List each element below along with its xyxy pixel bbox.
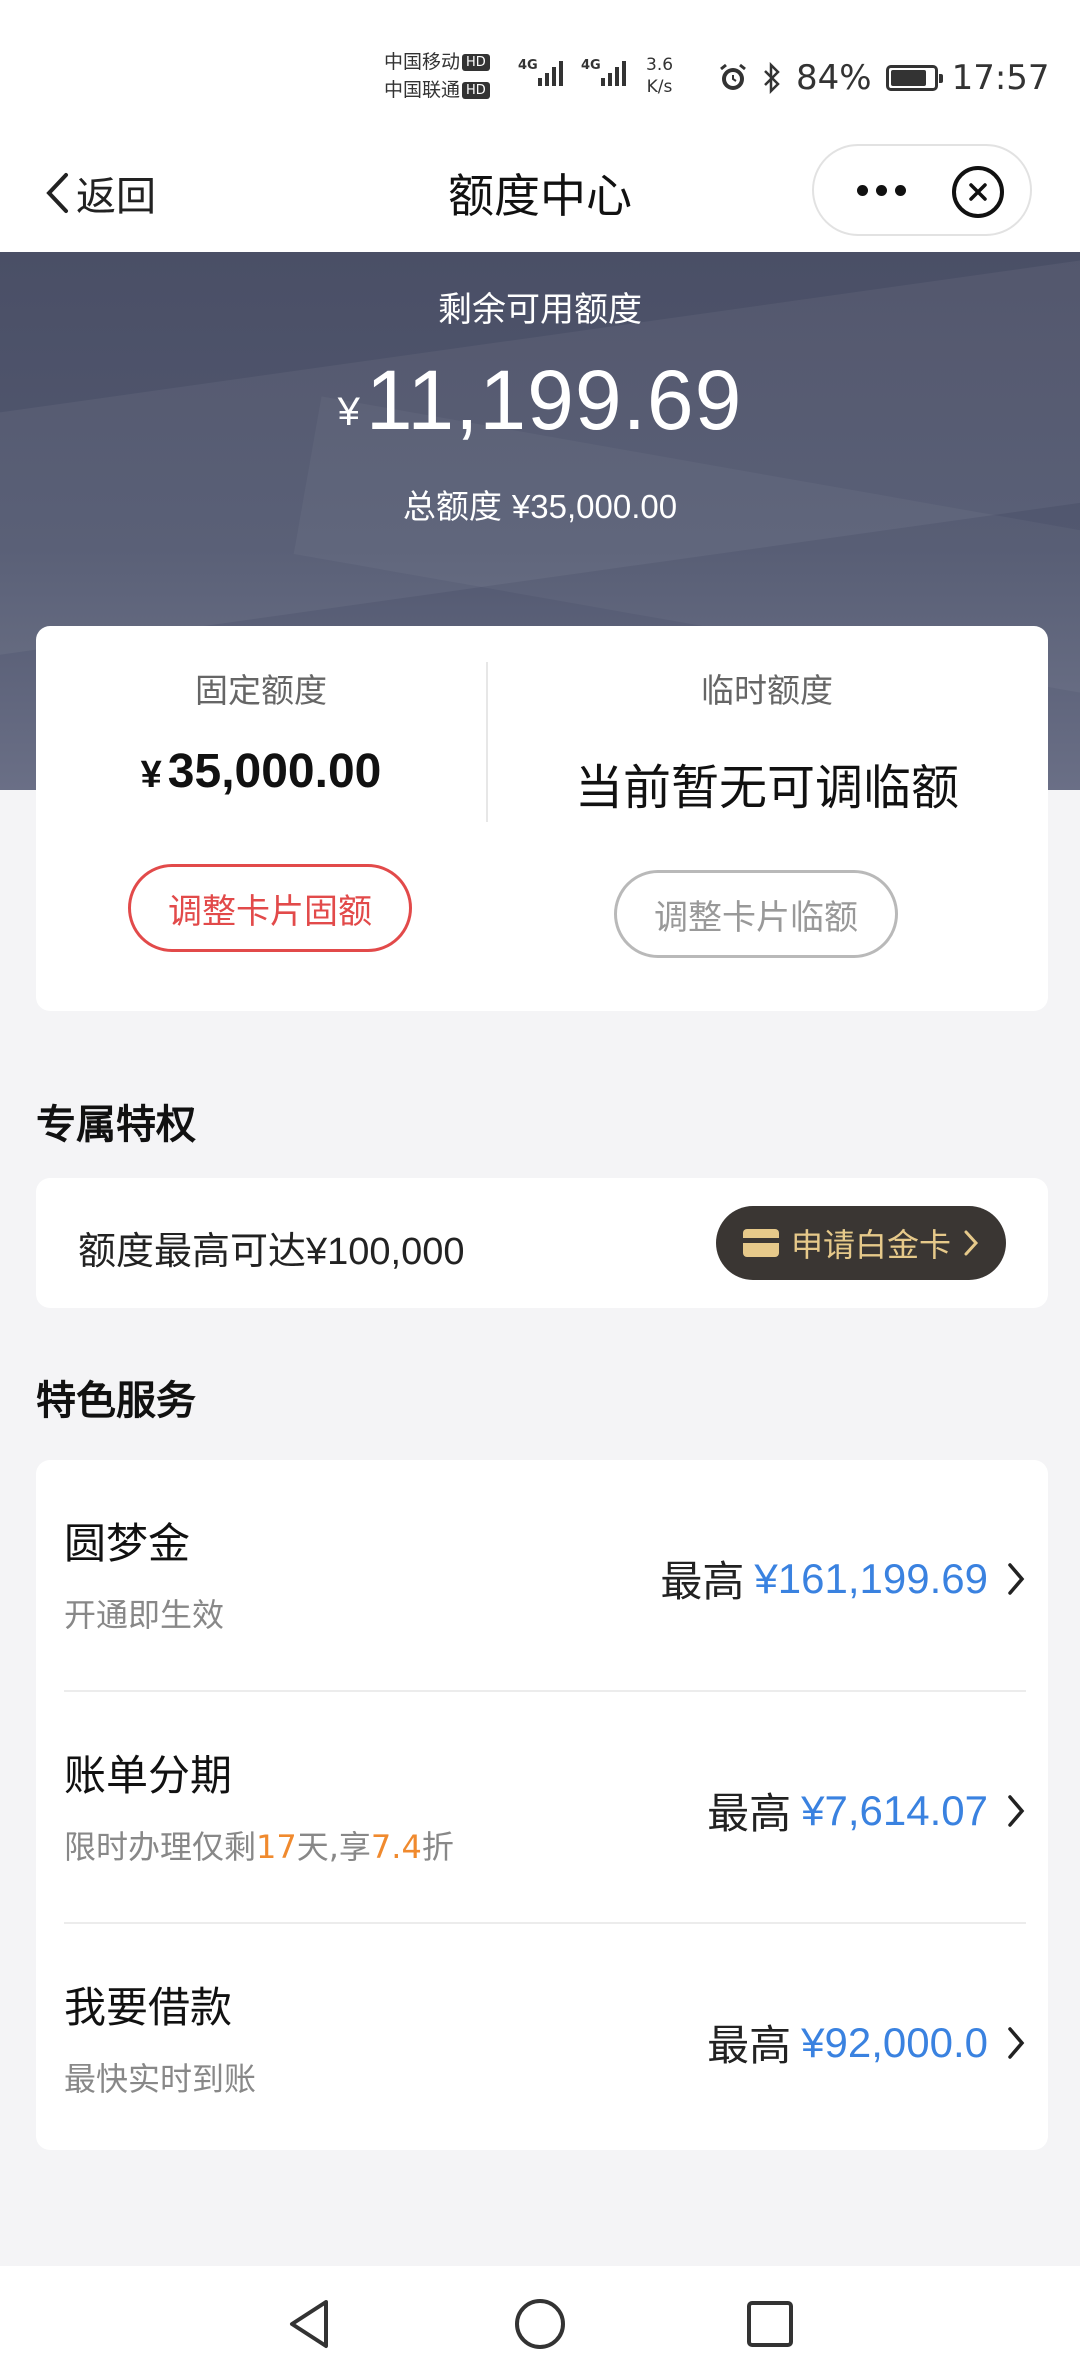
signal-icon: 4G (518, 58, 563, 86)
more-options-button[interactable] (840, 146, 922, 234)
max-label: 最高 (660, 1557, 745, 1606)
privilege-card: 额度最高可达¥100,000 申请白金卡 (36, 1178, 1048, 1308)
service-subtitle: 限时办理仅剩17天,享7.4折 (64, 1822, 454, 1868)
currency-symbol: ¥ (337, 390, 360, 434)
fixed-limit-section: 固定额度 ¥35,000.00 调整卡片固额 (36, 626, 486, 1011)
available-credit-amount: ¥11,199.69 (0, 352, 1080, 449)
back-triangle-icon[interactable] (284, 2296, 334, 2352)
system-navigation-bar (0, 2266, 1080, 2376)
privilege-text: 额度最高可达¥100,000 (78, 1220, 465, 1275)
fixed-limit-amount: ¥35,000.00 (36, 744, 486, 799)
max-label: 最高 (707, 1789, 792, 1838)
credit-card-icon (742, 1229, 779, 1257)
max-value: ¥7,614.07 (801, 1786, 988, 1834)
hd-badge-1: HD (462, 54, 490, 71)
status-bar: 中国移动 HD 中国联通 HD 4G 4G 3.6 K/s 84% 17:57 (0, 0, 1080, 130)
alarm-icon (720, 63, 746, 90)
service-row-installment[interactable]: 账单分期 限时办理仅剩17天,享7.4折 最高 ¥7,614.07 (36, 1692, 1048, 1922)
carrier-2: 中国联通 (384, 79, 461, 101)
status-right: 84% 17:57 (718, 58, 1050, 98)
battery-percent: 84% (796, 58, 872, 98)
battery-icon (885, 65, 943, 91)
dot-icon (894, 184, 906, 196)
temporary-limit-status: 当前暂无可调临额 (574, 760, 959, 816)
home-circle-icon[interactable] (512, 2296, 568, 2352)
apply-platinum-card-label: 申请白金卡 (790, 1226, 951, 1264)
apply-platinum-card-button[interactable]: 申请白金卡 (716, 1206, 1006, 1280)
signal-indicators: 4G 4G (518, 58, 626, 86)
total-credit: 总额度 ¥35,000.00 (0, 480, 1080, 528)
subtitle-text: 限时办理仅剩 (64, 1828, 257, 1866)
service-row-loan[interactable]: 我要借款 最快实时到账 最高 ¥92,000.0 (36, 1924, 1048, 2154)
max-value: ¥92,000.0 (801, 2018, 988, 2066)
mini-program-capsule (812, 144, 1032, 236)
close-button[interactable] (952, 166, 1004, 218)
carrier-1: 中国移动 (384, 51, 461, 73)
bluetooth-icon (764, 62, 780, 94)
max-label: 最高 (707, 2021, 792, 2070)
chevron-right-icon (1008, 1562, 1025, 1595)
available-credit-label: 剩余可用额度 (438, 290, 642, 330)
chevron-right-icon (1008, 2026, 1025, 2059)
chevron-right-icon (964, 1230, 979, 1256)
fixed-limit-label: 固定额度 (195, 671, 327, 710)
temporary-limit-label: 临时额度 (701, 671, 833, 710)
network-type-2: 4G (581, 58, 601, 73)
clock: 17:57 (951, 58, 1050, 98)
discount-value: 7.4 (370, 1828, 422, 1866)
max-value: ¥161,199.69 (754, 1554, 988, 1602)
service-subtitle: 最快实时到账 (64, 2060, 257, 2098)
total-credit-value: ¥35,000.00 (511, 488, 678, 525)
fixed-limit-value: 35,000.00 (167, 745, 382, 798)
credit-limit-card: 固定额度 ¥35,000.00 调整卡片固额 临时额度 当前暂无可调临额 调整卡… (36, 626, 1048, 1011)
dot-icon (856, 184, 868, 196)
available-credit-value: 11,199.69 (365, 353, 743, 447)
adjust-temporary-limit-button[interactable]: 调整卡片临额 (614, 870, 898, 958)
temporary-limit-section: 临时额度 当前暂无可调临额 调整卡片临额 (486, 626, 1048, 1011)
subtitle-text: 折 (421, 1828, 454, 1866)
network-type-1: 4G (518, 58, 538, 73)
section-title-services: 特色服务 (36, 1378, 196, 1424)
privilege-label: 额度最高可达 (78, 1229, 307, 1273)
hd-badge-2: HD (462, 82, 490, 99)
currency-symbol: ¥ (140, 754, 162, 796)
recent-apps-square-icon[interactable] (744, 2296, 796, 2352)
service-title: 账单分期 (64, 1751, 233, 1800)
section-title-privilege: 专属特权 (36, 1102, 196, 1148)
adjust-fixed-limit-button[interactable]: 调整卡片固额 (128, 864, 412, 952)
service-max-amount: 最高 ¥161,199.69 (660, 1548, 1026, 1609)
dot-icon (875, 184, 887, 196)
navigation-bar: 返回 额度中心 (0, 130, 1080, 252)
net-speed-unit: K/s (646, 77, 673, 97)
chevron-right-icon (1008, 1794, 1025, 1827)
service-row-dream-fund[interactable]: 圆梦金 开通即生效 最高 ¥161,199.69 (36, 1460, 1048, 1690)
subtitle-text: 天,享 (296, 1828, 371, 1866)
service-max-amount: 最高 ¥92,000.0 (707, 2012, 1026, 2073)
privilege-amount: ¥100,000 (306, 1231, 465, 1273)
services-card: 圆梦金 开通即生效 最高 ¥161,199.69 账单分期 限时办理仅剩17天,… (36, 1460, 1048, 2150)
net-speed-value: 3.6 (646, 55, 674, 75)
service-max-amount: 最高 ¥7,614.07 (707, 1780, 1026, 1841)
net-speed: 3.6 K/s (646, 54, 673, 98)
days-left: 17 (256, 1828, 297, 1866)
close-icon (969, 183, 987, 201)
total-credit-label: 总额度 (402, 487, 502, 526)
signal-icon: 4G (581, 58, 626, 86)
service-title: 我要借款 (64, 1983, 233, 2032)
service-subtitle: 开通即生效 (64, 1596, 225, 1634)
service-title: 圆梦金 (64, 1519, 191, 1568)
carrier-info: 中国移动 HD 中国联通 HD (384, 48, 490, 104)
